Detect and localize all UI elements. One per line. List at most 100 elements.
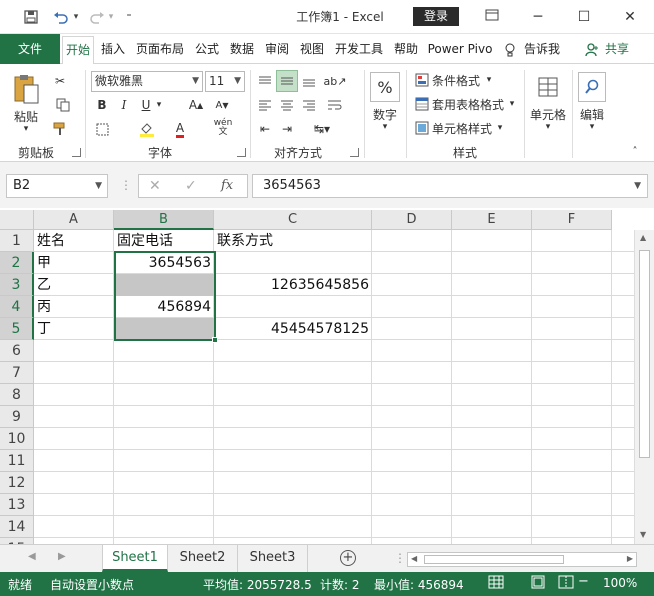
merge-center-icon[interactable]: ↹▾ xyxy=(310,120,334,138)
sheet-tab-sheet1[interactable]: Sheet1 xyxy=(102,545,168,572)
scroll-left-icon[interactable]: ◀ xyxy=(411,554,417,563)
conditional-format-icon[interactable] xyxy=(414,72,430,88)
table-format-icon[interactable] xyxy=(414,96,430,112)
number-format-button[interactable]: 数字 xyxy=(366,106,404,123)
chevron-down-icon[interactable]: ▾ xyxy=(495,119,505,137)
tab-formulas[interactable]: 公式 xyxy=(192,34,222,64)
cancel-icon[interactable]: ✕ xyxy=(149,178,161,194)
orientation-icon[interactable]: ab↗ xyxy=(324,70,347,92)
row-header-2[interactable]: 2 xyxy=(0,252,34,274)
tab-help[interactable]: 帮助 xyxy=(391,34,421,64)
undo-icon[interactable] xyxy=(50,6,72,28)
row-header-5[interactable]: 5 xyxy=(0,318,34,340)
decrease-font-icon[interactable]: A ▼ xyxy=(212,96,232,114)
chevron-down-icon[interactable]: ▾ xyxy=(484,71,494,89)
search-icon[interactable] xyxy=(578,72,606,102)
chevron-down-icon[interactable]: ▾ xyxy=(507,95,517,113)
row-header-6[interactable]: 6 xyxy=(0,340,34,362)
copy-icon[interactable] xyxy=(50,96,76,114)
scroll-right-icon[interactable]: ▶ xyxy=(627,554,633,563)
redo-dropdown-icon[interactable]: ▾ xyxy=(106,6,116,28)
cell-c1[interactable]: 联系方式 xyxy=(214,230,372,252)
tab-review[interactable]: 审阅 xyxy=(262,34,292,64)
column-header-a[interactable]: A xyxy=(34,210,114,230)
zoom-out-icon[interactable]: − xyxy=(578,574,589,589)
collapse-ribbon-icon[interactable]: ˄ xyxy=(628,144,642,158)
tab-power-pivot[interactable]: Power Pivo xyxy=(426,34,494,64)
cell-a2[interactable]: 甲 xyxy=(34,252,114,274)
italic-button[interactable]: I xyxy=(116,96,132,114)
row-header-10[interactable]: 10 xyxy=(0,428,34,450)
login-button[interactable]: 登录 xyxy=(413,7,459,26)
save-icon[interactable] xyxy=(20,6,42,28)
cell-b1[interactable]: 固定电话 xyxy=(114,230,214,252)
share-button[interactable]: 共享 xyxy=(602,34,632,64)
row-header-8[interactable]: 8 xyxy=(0,384,34,406)
wrap-text-icon[interactable] xyxy=(324,96,346,114)
fill-handle[interactable] xyxy=(212,337,218,343)
vertical-scroll-thumb[interactable] xyxy=(639,250,650,458)
worksheet-grid[interactable]: ABCDEF 123456789101112131415 姓名固定电话联系方式甲… xyxy=(0,208,654,544)
status-auto-decimal[interactable]: 自动设置小数点 xyxy=(50,576,134,593)
column-header-f[interactable]: F xyxy=(532,210,612,230)
insert-function-icon[interactable]: fx xyxy=(221,178,233,193)
formula-input[interactable]: 3654563 ▼ xyxy=(252,174,648,198)
tab-home[interactable]: 开始 xyxy=(62,36,94,65)
scroll-up-icon[interactable]: ▲ xyxy=(640,233,646,242)
alignment-launcher-icon[interactable] xyxy=(350,148,359,157)
chevron-down-icon[interactable]: ▾ xyxy=(586,122,598,132)
row-header-11[interactable]: 11 xyxy=(0,450,34,472)
font-family-combo[interactable]: 微软雅黑 ▼ xyxy=(91,71,203,92)
phonetic-icon[interactable]: wén 文 xyxy=(212,118,234,138)
underline-dropdown-icon[interactable]: ▾ xyxy=(154,96,164,114)
row-header-3[interactable]: 3 xyxy=(0,274,34,296)
select-all-corner[interactable] xyxy=(0,210,34,230)
row-header-12[interactable]: 12 xyxy=(0,472,34,494)
name-box[interactable]: B2 ▼ xyxy=(6,174,108,198)
zoom-level[interactable]: 100% xyxy=(603,576,637,590)
close-icon[interactable]: ✕ xyxy=(615,6,645,28)
row-header-9[interactable]: 9 xyxy=(0,406,34,428)
horizontal-scrollbar[interactable]: ◀ ▶ xyxy=(407,552,637,567)
fill-color-icon[interactable] xyxy=(138,120,156,138)
sheet-tab-sheet2[interactable]: Sheet2 xyxy=(168,545,238,572)
paste-dropdown-icon[interactable]: ▾ xyxy=(20,124,32,134)
border-icon[interactable] xyxy=(94,120,110,138)
status-min[interactable]: 最小值: 456894 xyxy=(374,576,464,593)
row-header-7[interactable]: 7 xyxy=(0,362,34,384)
font-launcher-icon[interactable] xyxy=(237,148,246,157)
column-header-e[interactable]: E xyxy=(452,210,532,230)
row-header-4[interactable]: 4 xyxy=(0,296,34,318)
tab-developer[interactable]: 开发工具 xyxy=(332,34,386,64)
editing-button[interactable]: 编辑 xyxy=(574,106,610,123)
prev-sheet-icon[interactable]: ◀ xyxy=(28,551,36,562)
cut-icon[interactable]: ✂ xyxy=(50,72,70,90)
cell-a1[interactable]: 姓名 xyxy=(34,230,114,252)
increase-indent-icon[interactable]: ⇥ xyxy=(278,120,296,138)
percent-icon[interactable]: % xyxy=(370,72,400,102)
cell-a4[interactable]: 丙 xyxy=(34,296,114,318)
clipboard-launcher-icon[interactable] xyxy=(72,148,81,157)
bold-button[interactable]: B xyxy=(94,96,110,114)
column-header-b[interactable]: B xyxy=(114,210,214,230)
row-header-13[interactable]: 13 xyxy=(0,494,34,516)
page-layout-view-icon[interactable] xyxy=(530,575,546,592)
increase-font-icon[interactable]: A ▲ xyxy=(186,96,206,114)
maximize-icon[interactable]: ☐ xyxy=(569,6,599,28)
tab-data[interactable]: 数据 xyxy=(227,34,257,64)
align-right-icon[interactable] xyxy=(300,96,318,114)
tab-file[interactable]: 文件 xyxy=(0,34,60,64)
cell-a5[interactable]: 丁 xyxy=(34,318,114,340)
scroll-down-icon[interactable]: ▼ xyxy=(640,530,646,539)
redo-icon[interactable] xyxy=(86,6,108,28)
minimize-icon[interactable]: ─ xyxy=(523,6,553,28)
cell-c5[interactable]: 45454578125 xyxy=(214,318,372,340)
align-bottom-icon[interactable] xyxy=(300,72,318,90)
vertical-scrollbar[interactable]: ▲ ▼ xyxy=(634,230,654,544)
tab-page-layout[interactable]: 页面布局 xyxy=(133,34,187,64)
cells-icon[interactable] xyxy=(534,72,562,102)
tab-view[interactable]: 视图 xyxy=(297,34,327,64)
align-top-icon[interactable] xyxy=(256,72,274,90)
cell-c3[interactable]: 12635645856 xyxy=(214,274,372,296)
tab-insert[interactable]: 插入 xyxy=(98,34,128,64)
